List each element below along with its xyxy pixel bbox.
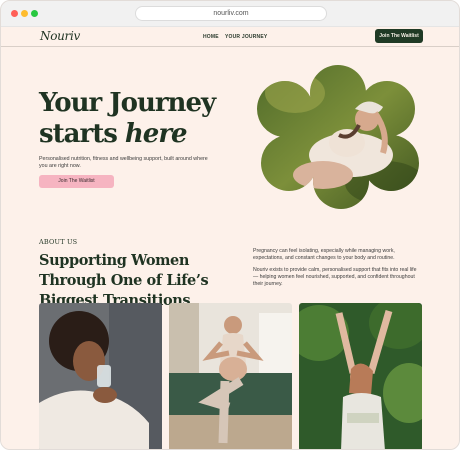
nav-link-home[interactable]: HOME bbox=[203, 34, 219, 40]
minimize-window-button[interactable] bbox=[21, 10, 28, 17]
hero-flower-photo bbox=[257, 65, 419, 209]
nav-link-your-journey[interactable]: YOUR JOURNEY bbox=[225, 34, 267, 40]
web-page: Nouriv HOME YOUR JOURNEY Join The Waitli… bbox=[1, 27, 459, 449]
hero-title-line2-plain: starts bbox=[39, 119, 125, 149]
hero-title-line2-italic: here bbox=[124, 119, 188, 149]
site-navbar: Nouriv HOME YOUR JOURNEY Join The Waitli… bbox=[1, 27, 459, 47]
maximize-window-button[interactable] bbox=[31, 10, 38, 17]
about-paragraph-2: Nouriv exists to provide calm, personali… bbox=[253, 267, 417, 287]
close-window-button[interactable] bbox=[11, 10, 18, 17]
hero-title-line2: starts here bbox=[39, 119, 239, 150]
about-paragraph-1: Pregnancy can feel isolating, especially… bbox=[253, 248, 395, 261]
hero-join-waitlist-button[interactable]: Join The Waitlist bbox=[39, 175, 114, 188]
browser-window: nourliv.com Nouriv HOME YOUR JOURNEY Joi… bbox=[0, 0, 460, 450]
hero-title: Your Journey starts here bbox=[39, 88, 239, 150]
about-label: ABOUT US bbox=[39, 238, 78, 246]
address-bar[interactable]: nourliv.com bbox=[135, 6, 327, 21]
nav-join-waitlist-button[interactable]: Join The Waitlist bbox=[375, 29, 423, 43]
browser-chrome: nourliv.com bbox=[1, 1, 459, 27]
photo-woman-drinking-water bbox=[39, 303, 162, 449]
about-title: Supporting Women Through One of Life’s B… bbox=[39, 252, 209, 309]
photo-pregnant-woman-yoga bbox=[169, 303, 292, 449]
photo-woman-stretching-outdoors bbox=[299, 303, 422, 449]
hero-title-line1: Your Journey bbox=[39, 88, 216, 118]
hero-subtitle: Personalised nutrition, fitness and well… bbox=[39, 156, 208, 169]
site-logo[interactable]: Nouriv bbox=[40, 29, 80, 43]
